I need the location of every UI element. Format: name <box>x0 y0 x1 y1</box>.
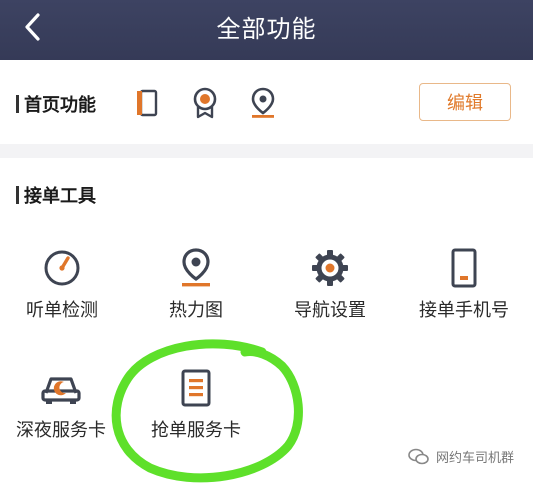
tool-grab-order-card[interactable]: 抢单服务卡 <box>131 366 261 442</box>
gauge-icon <box>44 250 80 286</box>
tool-label: 听单检测 <box>26 300 98 321</box>
phone-card-icon[interactable] <box>132 86 162 120</box>
page-title: 全部功能 <box>216 15 317 43</box>
tool-label: 抢单服务卡 <box>151 420 241 441</box>
tool-label: 接单手机号 <box>419 300 509 321</box>
order-tools-title: 接单工具 <box>16 182 96 208</box>
gear-icon <box>312 250 348 286</box>
tool-listen-check[interactable]: 听单检测 <box>0 246 127 322</box>
tool-label: 热力图 <box>169 300 223 321</box>
tool-label: 深夜服务卡 <box>16 420 106 441</box>
tool-label: 导航设置 <box>294 300 366 321</box>
tool-heatmap[interactable]: 热力图 <box>131 246 261 322</box>
order-card-icon <box>181 369 211 407</box>
badge-icon[interactable] <box>190 86 220 120</box>
location-pin-icon[interactable] <box>248 86 278 120</box>
tool-navigation-settings[interactable]: 导航设置 <box>265 246 395 322</box>
wechat-logo-icon <box>408 448 429 464</box>
watermark: 网约车司机群 <box>408 447 514 466</box>
map-pin-icon <box>182 248 210 287</box>
navbar: 全部功能 <box>0 0 533 60</box>
tool-order-phone[interactable]: 接单手机号 <box>399 246 529 322</box>
night-car-icon <box>41 377 81 404</box>
watermark-text: 网约车司机群 <box>436 451 515 466</box>
tool-night-service-card[interactable]: 深夜服务卡 <box>0 366 126 442</box>
home-functions-title: 首页功能 <box>16 91 96 117</box>
home-functions-section: 首页功能 编辑 <box>0 60 533 144</box>
edit-button[interactable]: 编辑 <box>419 83 511 121</box>
order-tools-section: 接单工具 听单检测 热力图 导航设置 接单手机号 深夜服务卡 抢单服务卡 <box>0 158 533 483</box>
phone-icon <box>451 248 477 288</box>
